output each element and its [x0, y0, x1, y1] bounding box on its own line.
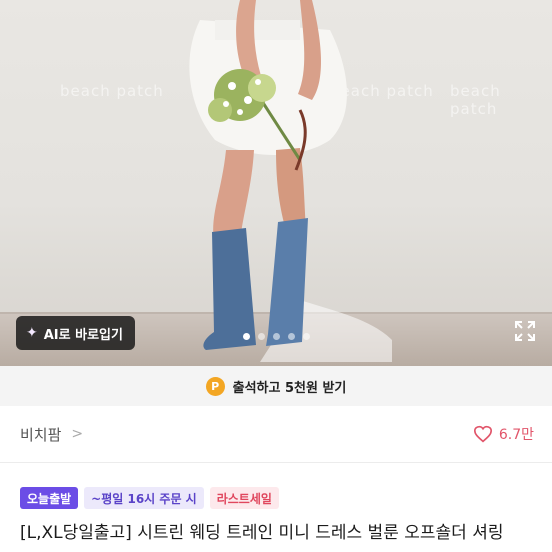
product-image[interactable]: beach patch beach patch beach patch ✦ AI… — [0, 0, 552, 366]
carousel-dot[interactable] — [302, 333, 310, 340]
seller-name: 비치팜 — [20, 425, 62, 444]
point-icon: P — [205, 376, 225, 396]
heart-icon — [473, 425, 492, 443]
fullscreen-icon[interactable] — [514, 320, 536, 342]
chevron-right-icon: > — [71, 426, 84, 442]
divider — [0, 462, 552, 463]
seller-link[interactable]: 비치팜 > — [20, 424, 83, 445]
attendance-banner[interactable]: P 출석하고 5천원 받기 — [0, 366, 552, 406]
product-title: [L,XL당일출고] 시트린 웨딩 트레인 미니 드레스 벌룬 오프숄더 셔링 — [20, 523, 504, 543]
like-count: 6.7만 — [498, 427, 534, 443]
seller-row[interactable]: 비치팜 > 6.7만 — [0, 406, 552, 462]
model-photo — [189, 0, 392, 362]
carousel-dot[interactable] — [257, 333, 265, 340]
carousel-indicator[interactable] — [0, 333, 552, 340]
badge-ship-deadline: ~평일 16시 주문 시 — [84, 487, 204, 509]
badge-last-sale: 라스트세일 — [209, 487, 279, 509]
carousel-dot[interactable] — [272, 333, 280, 340]
carousel-dot[interactable] — [287, 333, 295, 340]
carousel-dot[interactable] — [242, 333, 250, 340]
attendance-label: 출석하고 5천원 받기 — [232, 380, 347, 396]
like-button[interactable]: 6.7만 — [473, 424, 534, 444]
product-badges: 오늘출발 ~평일 16시 주문 시 라스트세일 — [20, 487, 279, 509]
badge-today-ship: 오늘출발 — [20, 487, 79, 509]
